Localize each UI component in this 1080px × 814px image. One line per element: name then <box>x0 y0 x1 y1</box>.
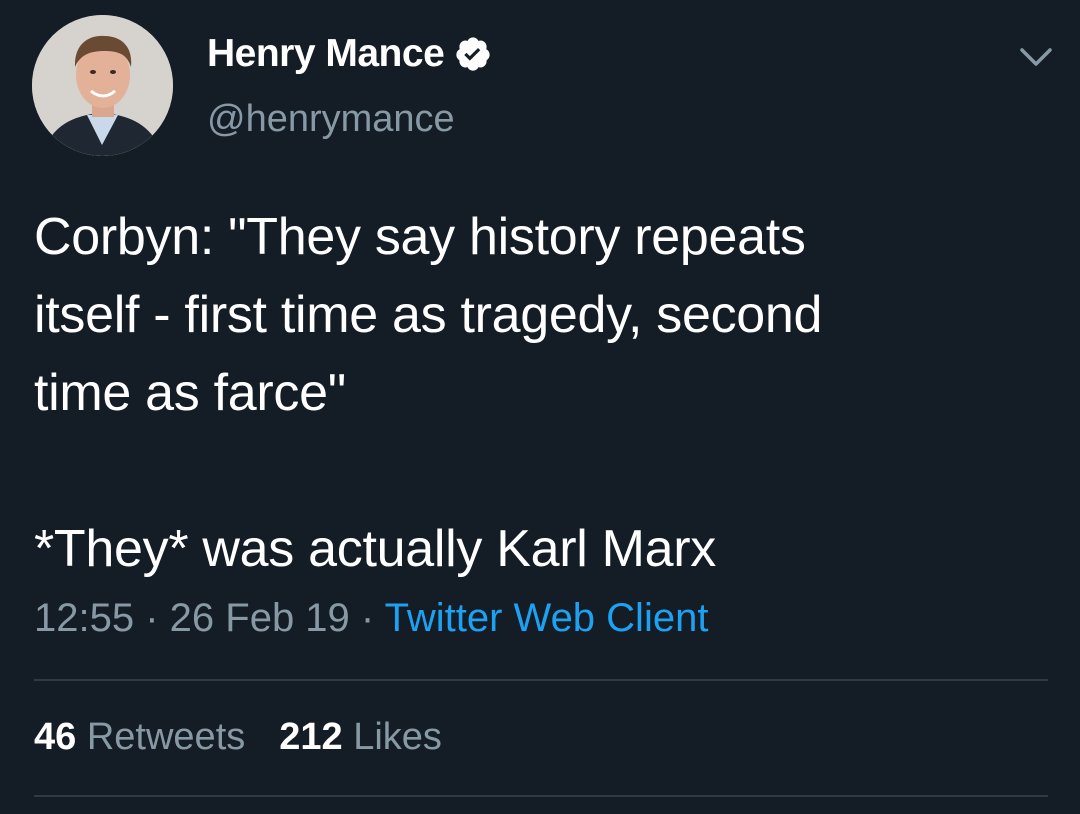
retweets-count: 46 <box>34 716 77 758</box>
author-name-row[interactable]: Henry Mance <box>207 32 492 76</box>
tweet-text-line: itself - first time as tragedy, second <box>34 286 823 344</box>
tweet-text-line: Corbyn: "They say history repeats <box>34 208 806 266</box>
tweet-stats: 46 Retweets 212 Likes <box>34 716 442 759</box>
likes-count: 212 <box>279 716 343 758</box>
user-handle[interactable]: @henrymance <box>207 98 455 141</box>
chevron-down-icon[interactable] <box>1016 42 1056 72</box>
tweet-text-line: *They* was actually Karl Marx <box>34 520 716 578</box>
tweet-time[interactable]: 12:55 <box>34 596 134 640</box>
tweet-meta: 12:55 · 26 Feb 19 · Twitter Web Client <box>34 596 708 641</box>
display-name[interactable]: Henry Mance <box>207 32 445 76</box>
meta-separator: · <box>349 596 385 640</box>
tweet-detail: Henry Mance @henrymance Corbyn: "They sa… <box>0 0 1080 814</box>
retweets-stat[interactable]: 46 Retweets <box>34 716 245 759</box>
avatar[interactable] <box>32 15 173 156</box>
divider <box>34 795 1048 797</box>
retweets-label: Retweets <box>86 716 246 758</box>
verified-badge-icon <box>454 35 492 73</box>
divider <box>34 679 1048 681</box>
likes-stat[interactable]: 212 Likes <box>279 716 442 759</box>
tweet-text-line: time as farce" <box>34 364 346 422</box>
avatar-photo <box>32 15 173 156</box>
likes-label: Likes <box>353 716 442 758</box>
tweet-text: Corbyn: "They say history repeats itself… <box>34 198 1044 588</box>
tweet-source-link[interactable]: Twitter Web Client <box>385 596 709 640</box>
tweet-date[interactable]: 26 Feb 19 <box>170 596 350 640</box>
meta-separator: · <box>134 596 170 640</box>
